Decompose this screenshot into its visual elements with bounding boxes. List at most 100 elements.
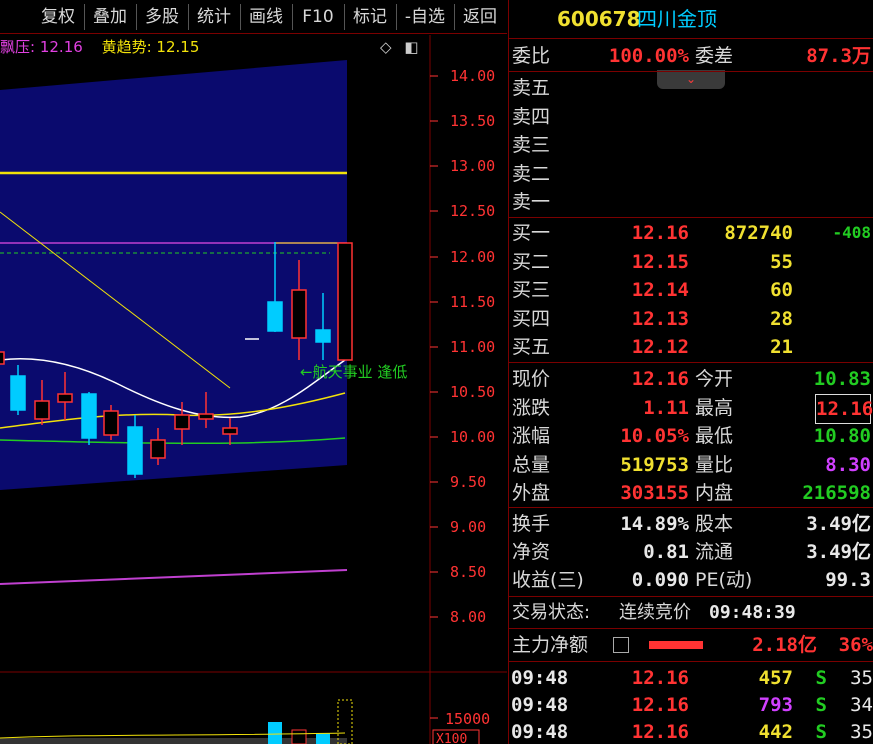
main-flow-row[interactable]: 主力净额 2.18亿 36%	[509, 631, 873, 659]
quote-value: 1.11	[643, 397, 689, 419]
toolbar-fuquan-button[interactable]: 复权	[34, 3, 82, 31]
price-label: 9.50	[450, 473, 486, 491]
toolbar-remove-watchlist-button[interactable]: -自选	[398, 3, 452, 31]
buy-row[interactable]: 买四 12.13 28	[509, 305, 873, 333]
sell-label: 卖四	[512, 106, 551, 128]
tick-price: 12.16	[631, 667, 689, 689]
tick-row: 09:48 12.16 793 S 34	[509, 691, 873, 719]
tick-count: 35	[850, 721, 873, 743]
toolbar-divider	[188, 4, 189, 30]
fund-value: 3.49亿	[806, 541, 871, 563]
stock-header: 600678 四川金顶	[509, 5, 873, 33]
quote-label: 现价	[512, 368, 551, 390]
weibi-row: 委比 100.00% 委差 87.3万	[509, 42, 873, 70]
candle	[198, 413, 214, 420]
toolbar-mark-button[interactable]: 标记	[346, 3, 394, 31]
buy-row[interactable]: 买五 12.12 21	[509, 333, 873, 361]
quote-label: 最高	[695, 397, 734, 419]
price-label: 8.00	[450, 608, 486, 626]
price-label: 8.50	[450, 563, 486, 581]
price-label: 11.50	[450, 293, 495, 311]
toolbar-divider	[454, 4, 455, 30]
buy-price: 12.15	[631, 251, 689, 273]
buy-label: 买一	[512, 222, 551, 244]
buy-label: 买四	[512, 308, 551, 330]
quote-value: 8.30	[825, 454, 871, 476]
weicha-label: 委差	[695, 45, 734, 67]
fund-value: 3.49亿	[806, 513, 871, 535]
quote-row: 涨跌 1.11 最高 12.16	[509, 394, 873, 424]
toolbar-back-button[interactable]: 返回	[456, 3, 504, 31]
sell-row: 卖三	[509, 131, 873, 159]
toolbar-divider	[84, 4, 85, 30]
divider	[509, 362, 873, 363]
price-label: 13.50	[450, 112, 495, 130]
candle	[315, 329, 331, 343]
stock-name: 四川金顶	[637, 7, 717, 31]
sell-label: 卖一	[512, 191, 551, 213]
indicator-name-2: 黄趋势:	[101, 38, 152, 56]
toolbar-divider	[292, 4, 293, 30]
buy-label: 买五	[512, 336, 551, 358]
kline-chart[interactable]: 14.00 13.50 13.00 12.50 12.00 11.50 11.0…	[0, 35, 507, 744]
buy-row[interactable]: 买二 12.15 55	[509, 248, 873, 276]
main-flow-value: 2.18亿	[752, 634, 817, 656]
status-value: 连续竞价	[619, 602, 691, 623]
tick-count: 35	[850, 667, 873, 689]
weibi-label: 委比	[512, 45, 551, 67]
panel-toggle-icon[interactable]: ◧	[404, 38, 418, 56]
quote-label: 量比	[695, 454, 734, 476]
quote-value: 519753	[620, 454, 689, 476]
tick-count: 34	[850, 694, 873, 716]
price-label: 12.50	[450, 202, 495, 220]
quote-row: 涨幅 10.05% 最低 10.80	[509, 422, 873, 450]
buy-price: 12.16	[631, 222, 689, 244]
quote-value: 303155	[620, 482, 689, 504]
sell-row: 卖四	[509, 103, 873, 131]
toolbar-stats-button[interactable]: 统计	[190, 3, 238, 31]
list-icon[interactable]	[613, 637, 629, 653]
quote-panel: 600678 四川金顶 委比 100.00% 委差 87.3万 ⌄ 卖五 卖四 …	[508, 0, 873, 744]
fund-value: 14.89%	[620, 513, 689, 535]
tick-volume: 793	[758, 694, 793, 716]
price-label: 10.50	[450, 383, 495, 401]
tick-time: 09:48	[511, 667, 569, 689]
quote-label: 内盘	[695, 482, 734, 504]
status-time: 09:48:39	[709, 602, 796, 623]
toolbar-multistock-button[interactable]: 多股	[138, 3, 186, 31]
buy-volume: 28	[770, 308, 793, 330]
candle	[103, 410, 119, 436]
price-label: 11.00	[450, 338, 495, 356]
tick-row: 09:48 12.16 442 S 35	[509, 718, 873, 744]
divider	[509, 217, 873, 218]
toolbar-draw-button[interactable]: 画线	[242, 3, 290, 31]
buy-label: 买三	[512, 279, 551, 301]
divider	[509, 38, 873, 39]
buy-volume: 55	[770, 251, 793, 273]
volume-bar	[316, 733, 330, 744]
indicator-bar: 飘压: 12.16 黄趋势: 12.15	[0, 36, 199, 58]
fund-value: 99.3	[825, 569, 871, 591]
buy-volume: 60	[770, 279, 793, 301]
fund-label: PE(动)	[695, 569, 753, 591]
toolbar-f10-button[interactable]: F10	[294, 3, 342, 31]
fund-label: 流通	[695, 541, 734, 563]
diamond-icon[interactable]: ◇	[380, 38, 392, 56]
toolbar-overlay-button[interactable]: 叠加	[86, 3, 134, 31]
buy-row[interactable]: 买一 12.16 872740 -408	[509, 219, 873, 247]
sell-label: 卖三	[512, 134, 551, 156]
buy-row[interactable]: 买三 12.14 60	[509, 276, 873, 304]
quote-value: 10.83	[813, 368, 871, 390]
quote-label: 涨跌	[512, 397, 551, 419]
sell-row: 卖五	[509, 74, 873, 102]
tick-side: S	[815, 667, 827, 689]
buy-price: 12.13	[631, 308, 689, 330]
quote-value: 10.05%	[620, 425, 689, 447]
buy-volume: 872740	[724, 222, 793, 244]
tick-time: 09:48	[511, 721, 569, 743]
quote-value: 12.16	[631, 368, 689, 390]
quote-value: 216598	[802, 482, 871, 504]
tick-volume: 442	[758, 721, 793, 743]
volume-bar	[337, 699, 353, 744]
sell-row: 卖二	[509, 160, 873, 188]
